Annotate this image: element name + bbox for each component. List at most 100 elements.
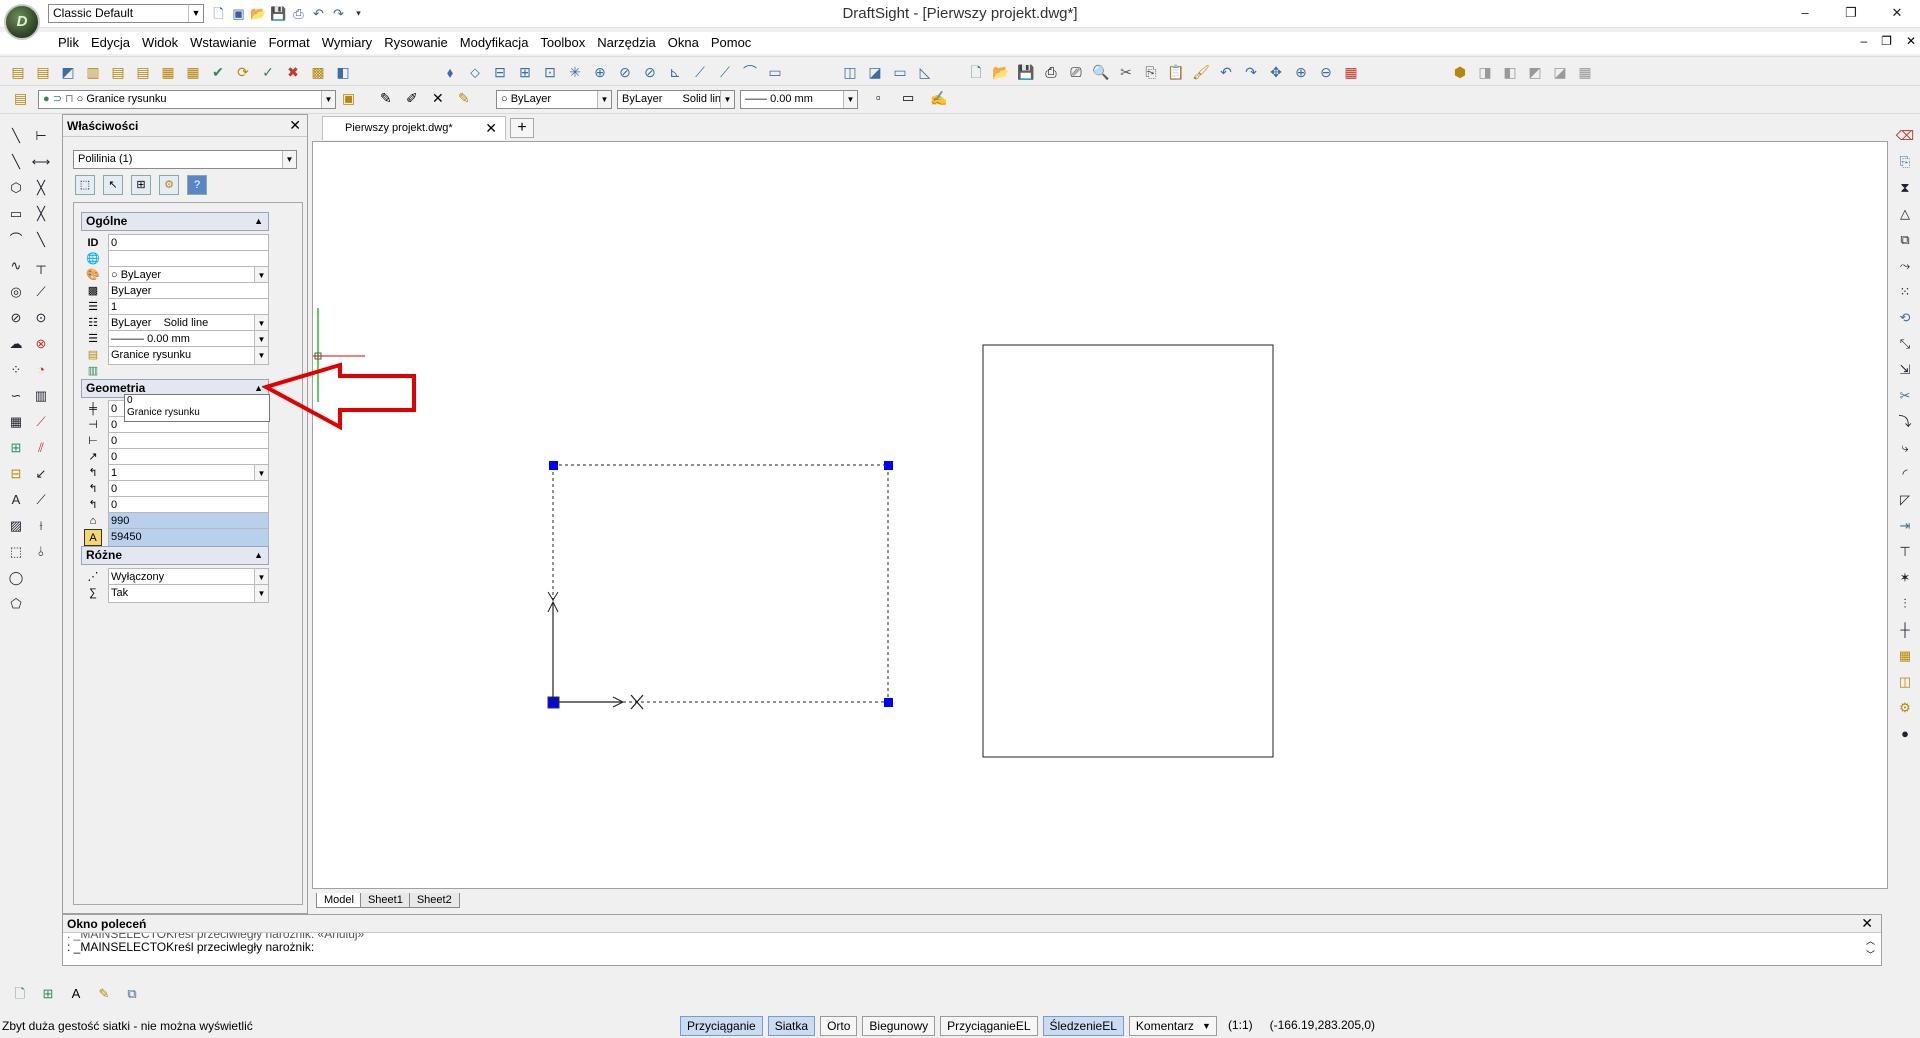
- insert-image-icon[interactable]: ⊞: [38, 984, 58, 1004]
- area-icon[interactable]: ◪: [865, 62, 885, 82]
- dim-continue-icon[interactable]: ▥: [31, 386, 51, 406]
- spline-icon[interactable]: ∿: [6, 256, 26, 276]
- snap-midpoint-icon[interactable]: ⬦: [465, 62, 485, 82]
- offset-icon[interactable]: △: [1895, 204, 1915, 224]
- view-left-icon[interactable]: ◩: [1525, 62, 1545, 82]
- break-icon[interactable]: ⇥: [1895, 516, 1915, 536]
- ellipse-icon[interactable]: ⊘: [6, 308, 26, 328]
- status-snap-button[interactable]: Przyciąganie: [680, 1016, 763, 1036]
- lineweight-combo[interactable]: —— 0.00 mm ▼: [740, 90, 858, 109]
- spell-check-icon[interactable]: ✍: [930, 90, 947, 107]
- snap-center-icon[interactable]: ⊟: [490, 62, 510, 82]
- save-file-icon[interactable]: 💾: [1016, 62, 1036, 82]
- layer-option-0[interactable]: 0: [127, 395, 269, 407]
- rotate-icon[interactable]: ⟲: [1895, 308, 1915, 328]
- dim-radius-icon[interactable]: ╲: [31, 230, 51, 250]
- measure-icon[interactable]: ◺: [915, 62, 935, 82]
- status-etrack-button[interactable]: ŚledzenieEL: [1042, 1016, 1124, 1036]
- layer-isolate-icon[interactable]: ▤: [108, 62, 128, 82]
- insert-file-icon[interactable]: 🗋: [10, 984, 30, 1004]
- menu-plik[interactable]: Plik: [52, 35, 85, 50]
- ortho-line-icon[interactable]: ⊢: [31, 126, 51, 146]
- print-preview-icon[interactable]: ⎚: [1066, 62, 1086, 82]
- layer-previous-icon[interactable]: ◩: [58, 62, 78, 82]
- menu-widok[interactable]: Widok: [136, 35, 184, 50]
- layer-manager-small-icon[interactable]: ▤: [14, 90, 27, 107]
- view-back-icon[interactable]: ◧: [1500, 62, 1520, 82]
- layer-lock-icon[interactable]: ▦: [183, 62, 203, 82]
- menu-wstawianie[interactable]: Wstawianie: [184, 35, 262, 50]
- paint-icon[interactable]: ⚙: [1895, 698, 1915, 718]
- pattern-icon[interactable]: ⧉: [1895, 230, 1915, 250]
- close-icon[interactable]: ✕: [289, 117, 301, 134]
- menu-narzedzia[interactable]: Narzędzia: [591, 35, 662, 50]
- insert-note-icon[interactable]: ▭: [902, 90, 914, 106]
- note-icon[interactable]: A: [6, 490, 26, 510]
- quick-select-icon[interactable]: ⬚: [75, 175, 95, 195]
- edit-spline-icon[interactable]: ┼: [1895, 620, 1915, 640]
- hatch-icon[interactable]: ▦: [6, 412, 26, 432]
- minimize-icon[interactable]: –: [1782, 0, 1828, 26]
- multileader-style-icon[interactable]: ✎: [458, 90, 470, 107]
- document-tab[interactable]: Pierwszy projekt.dwg* ✕: [322, 116, 506, 140]
- status-grid-button[interactable]: Siatka: [767, 1016, 816, 1036]
- trim-icon[interactable]: ✂: [1895, 386, 1915, 406]
- dim-aligned-icon[interactable]: ╳: [31, 178, 51, 198]
- snap-parallel-icon[interactable]: ⟋: [715, 62, 735, 82]
- edit-block-icon[interactable]: ◫: [1895, 672, 1915, 692]
- drawing-canvas[interactable]: [312, 141, 1888, 889]
- close-icon[interactable]: ✕: [1861, 915, 1873, 932]
- status-ortho-button[interactable]: Orto: [820, 1016, 858, 1036]
- polygon-icon[interactable]: ⬡: [6, 178, 26, 198]
- section-general[interactable]: Ogólne ▲: [81, 212, 269, 231]
- open-file-icon[interactable]: 📂: [991, 62, 1011, 82]
- layer-freeze-icon[interactable]: ▦: [158, 62, 178, 82]
- cloud-icon[interactable]: ☁: [6, 334, 26, 354]
- grip-bottom-right[interactable]: [884, 698, 893, 707]
- construction-line-icon[interactable]: ╲: [6, 152, 26, 172]
- rect-select-icon[interactable]: ▨: [6, 516, 26, 536]
- layer-manager-icon[interactable]: ▤: [8, 62, 28, 82]
- menu-pomoc[interactable]: Pomoc: [705, 35, 757, 50]
- check-icon[interactable]: ✔: [208, 62, 228, 82]
- array-icon[interactable]: ⁙: [1895, 282, 1915, 302]
- snap-quadrant-icon[interactable]: ⊞: [515, 62, 535, 82]
- dim-update-icon[interactable]: ⫰: [31, 542, 51, 562]
- snap-nearest-icon[interactable]: ⟋: [690, 62, 710, 82]
- view-top-icon[interactable]: ▦: [1575, 62, 1595, 82]
- menu-modyfikacja[interactable]: Modyfikacja: [454, 35, 535, 50]
- view-front-icon[interactable]: ◨: [1475, 62, 1495, 82]
- close-icon[interactable]: ✕: [1874, 0, 1920, 26]
- edit-hatch-icon[interactable]: ▦: [1895, 646, 1915, 666]
- chamfer-icon[interactable]: ◸: [1895, 490, 1915, 510]
- menu-format[interactable]: Format: [263, 35, 316, 50]
- dim-tolerance-icon[interactable]: ⟋: [31, 490, 51, 510]
- table-style-icon[interactable]: ✕: [432, 90, 444, 107]
- restore-icon[interactable]: ❐: [1828, 0, 1874, 26]
- copy-icon[interactable]: ⎘: [1895, 152, 1915, 172]
- doc-restore-icon[interactable]: ❐: [1881, 34, 1892, 48]
- scale-icon[interactable]: ⤡: [1895, 334, 1915, 354]
- grip-top-left[interactable]: [549, 461, 558, 470]
- menu-okna[interactable]: Okna: [662, 35, 705, 50]
- dim-style-icon[interactable]: ✐: [406, 90, 418, 107]
- rectangle-entity[interactable]: [982, 344, 1274, 758]
- line-icon[interactable]: ╲: [6, 126, 26, 146]
- dim-baseline-icon[interactable]: ⟋: [31, 282, 51, 302]
- layer-colors-icon[interactable]: ▦: [1341, 62, 1361, 82]
- zoom-window-icon[interactable]: ⊖: [1316, 62, 1336, 82]
- snap-endpoint-icon[interactable]: ⬧: [440, 62, 460, 82]
- polygon-select-icon[interactable]: ⬠: [6, 594, 26, 614]
- layer-walk-icon[interactable]: ▥: [83, 62, 103, 82]
- close-icon[interactable]: ✕: [485, 117, 497, 139]
- layer-match-icon[interactable]: ✓: [258, 62, 278, 82]
- match-properties-icon[interactable]: 🖌: [1191, 62, 1211, 82]
- zoom-preview-icon[interactable]: 🔍: [1091, 62, 1111, 82]
- dim-edit-icon[interactable]: ⟊: [31, 516, 51, 536]
- view-right-icon[interactable]: ◪: [1550, 62, 1570, 82]
- edit-polyline-icon[interactable]: ⫶: [1895, 594, 1915, 614]
- points-icon[interactable]: ⁘: [6, 360, 26, 380]
- inquiry-icon[interactable]: ◫: [840, 62, 860, 82]
- rectangle-icon[interactable]: ▭: [6, 204, 26, 224]
- snap-extension-icon[interactable]: ⊕: [590, 62, 610, 82]
